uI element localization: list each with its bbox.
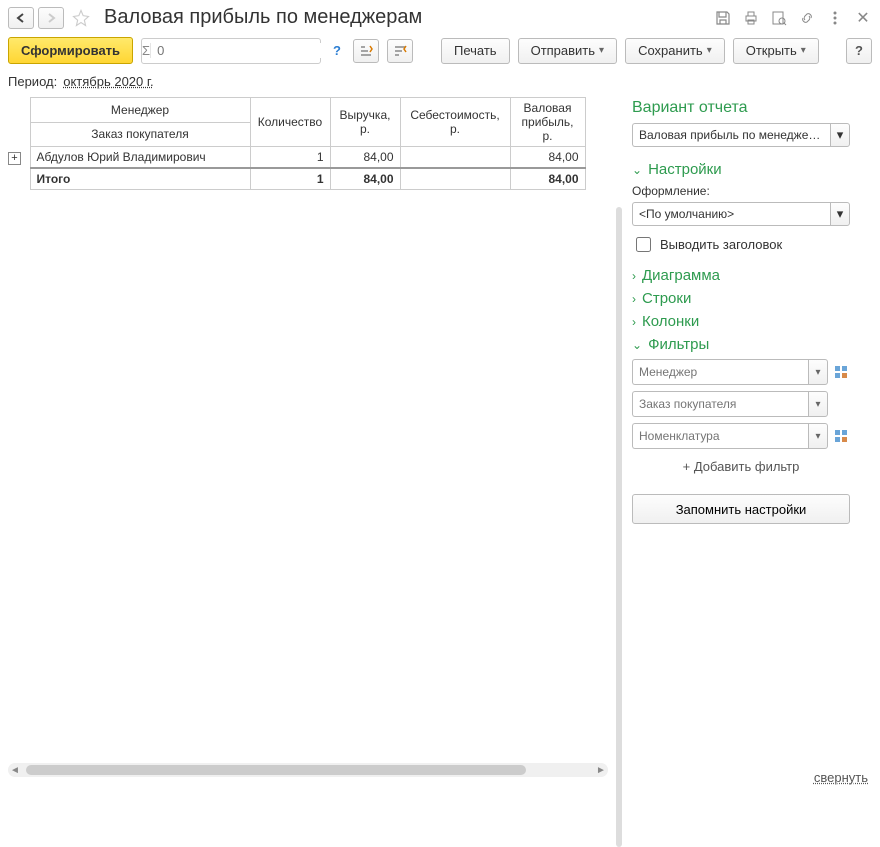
scroll-left-icon[interactable]: ◄: [8, 763, 22, 777]
total-profit: 84,00: [510, 168, 585, 190]
filter-settings-icon[interactable]: [832, 363, 850, 381]
expand-row-button[interactable]: +: [8, 152, 21, 165]
cell-manager[interactable]: Абдулов Юрий Владимирович: [30, 147, 250, 169]
filter-dropdown-button[interactable]: ▾: [808, 391, 828, 417]
variant-heading: Вариант отчета: [632, 99, 850, 117]
report-table: Менеджер Количество Выручка, р. Себестои…: [8, 97, 586, 190]
diagram-section-toggle[interactable]: › Диаграмма: [632, 267, 850, 284]
chevron-down-icon: ▾: [707, 45, 712, 56]
chevron-down-icon: ⌄: [632, 338, 642, 352]
filter-row: ▾: [632, 391, 850, 417]
cell-profit: 84,00: [510, 147, 585, 169]
page-title: Валовая прибыль по менеджерам: [104, 6, 710, 29]
favorite-star-icon[interactable]: [70, 7, 92, 29]
col-cost[interactable]: Себестоимость, р.: [400, 98, 510, 147]
cell-revenue: 84,00: [330, 147, 400, 169]
filter-dropdown-button[interactable]: ▾: [808, 359, 828, 385]
scroll-right-icon[interactable]: ►: [594, 763, 608, 777]
col-revenue[interactable]: Выручка, р.: [330, 98, 400, 147]
col-qty[interactable]: Количество: [250, 98, 330, 147]
design-dropdown-button[interactable]: ▾: [830, 202, 850, 226]
collapse-levels-button[interactable]: [387, 39, 413, 63]
filter-input[interactable]: [632, 423, 808, 449]
nav-forward-button: [38, 7, 64, 29]
send-button[interactable]: Отправить▾: [518, 38, 618, 64]
design-label: Оформление:: [632, 184, 850, 198]
show-title-checkbox[interactable]: [636, 237, 651, 252]
sum-field[interactable]: Σ: [141, 38, 321, 64]
period-label: Период:: [8, 74, 57, 89]
settings-section-toggle[interactable]: ⌄ Настройки: [632, 161, 850, 178]
horizontal-scrollbar[interactable]: ◄ ►: [8, 763, 608, 777]
filter-settings-icon[interactable]: [832, 427, 850, 445]
link-icon[interactable]: [798, 9, 816, 27]
generate-button[interactable]: Сформировать: [8, 37, 133, 64]
filter-row: ▾: [632, 423, 850, 449]
variant-select[interactable]: [632, 123, 830, 147]
show-title-label: Выводить заголовок: [660, 237, 782, 252]
save-icon[interactable]: [714, 9, 732, 27]
sum-input[interactable]: [151, 43, 339, 58]
collapse-link[interactable]: свернуть: [814, 770, 868, 785]
field-help-icon[interactable]: ?: [329, 43, 345, 58]
save-button[interactable]: Сохранить▾: [625, 38, 725, 64]
show-title-checkbox-row[interactable]: Выводить заголовок: [632, 234, 850, 255]
chevron-down-icon: ⌄: [632, 163, 642, 177]
chevron-right-icon: ›: [632, 315, 636, 329]
total-revenue: 84,00: [330, 168, 400, 190]
close-icon[interactable]: ✕: [854, 9, 872, 27]
col-manager[interactable]: Менеджер: [30, 98, 250, 123]
remember-settings-button[interactable]: Запомнить настройки: [632, 494, 850, 524]
chevron-down-icon: ▾: [599, 45, 604, 56]
total-qty: 1: [250, 168, 330, 190]
filter-dropdown-button[interactable]: ▾: [808, 423, 828, 449]
cell-cost: [400, 147, 510, 169]
print-button[interactable]: Печать: [441, 38, 510, 64]
filter-input[interactable]: [632, 359, 808, 385]
scrollbar-thumb[interactable]: [26, 765, 526, 775]
filter-input[interactable]: [632, 391, 808, 417]
col-order[interactable]: Заказ покупателя: [30, 122, 250, 147]
nav-back-button[interactable]: [8, 7, 34, 29]
filters-section-toggle[interactable]: ⌄ Фильтры: [632, 336, 850, 353]
period-link[interactable]: октябрь 2020 г.: [63, 74, 153, 89]
preview-icon[interactable]: [770, 9, 788, 27]
variant-dropdown-button[interactable]: ▾: [830, 123, 850, 147]
splitter-handle[interactable]: [616, 207, 622, 847]
chevron-right-icon: ›: [632, 269, 636, 283]
filter-row: ▾: [632, 359, 850, 385]
total-cost: [400, 168, 510, 190]
help-button[interactable]: ?: [846, 38, 872, 64]
chevron-down-icon: ▾: [801, 45, 806, 56]
expand-levels-button[interactable]: [353, 39, 379, 63]
more-menu-icon[interactable]: [826, 9, 844, 27]
sigma-icon: Σ: [142, 43, 151, 58]
print-icon[interactable]: [742, 9, 760, 27]
rows-section-toggle[interactable]: › Строки: [632, 290, 850, 307]
col-profit[interactable]: Валовая прибыль, р.: [510, 98, 585, 147]
cell-qty: 1: [250, 147, 330, 169]
chevron-right-icon: ›: [632, 292, 636, 306]
columns-section-toggle[interactable]: › Колонки: [632, 313, 850, 330]
total-label: Итого: [30, 168, 250, 190]
design-select[interactable]: [632, 202, 830, 226]
open-button[interactable]: Открыть▾: [733, 38, 819, 64]
add-filter-link[interactable]: + Добавить фильтр: [632, 459, 850, 474]
